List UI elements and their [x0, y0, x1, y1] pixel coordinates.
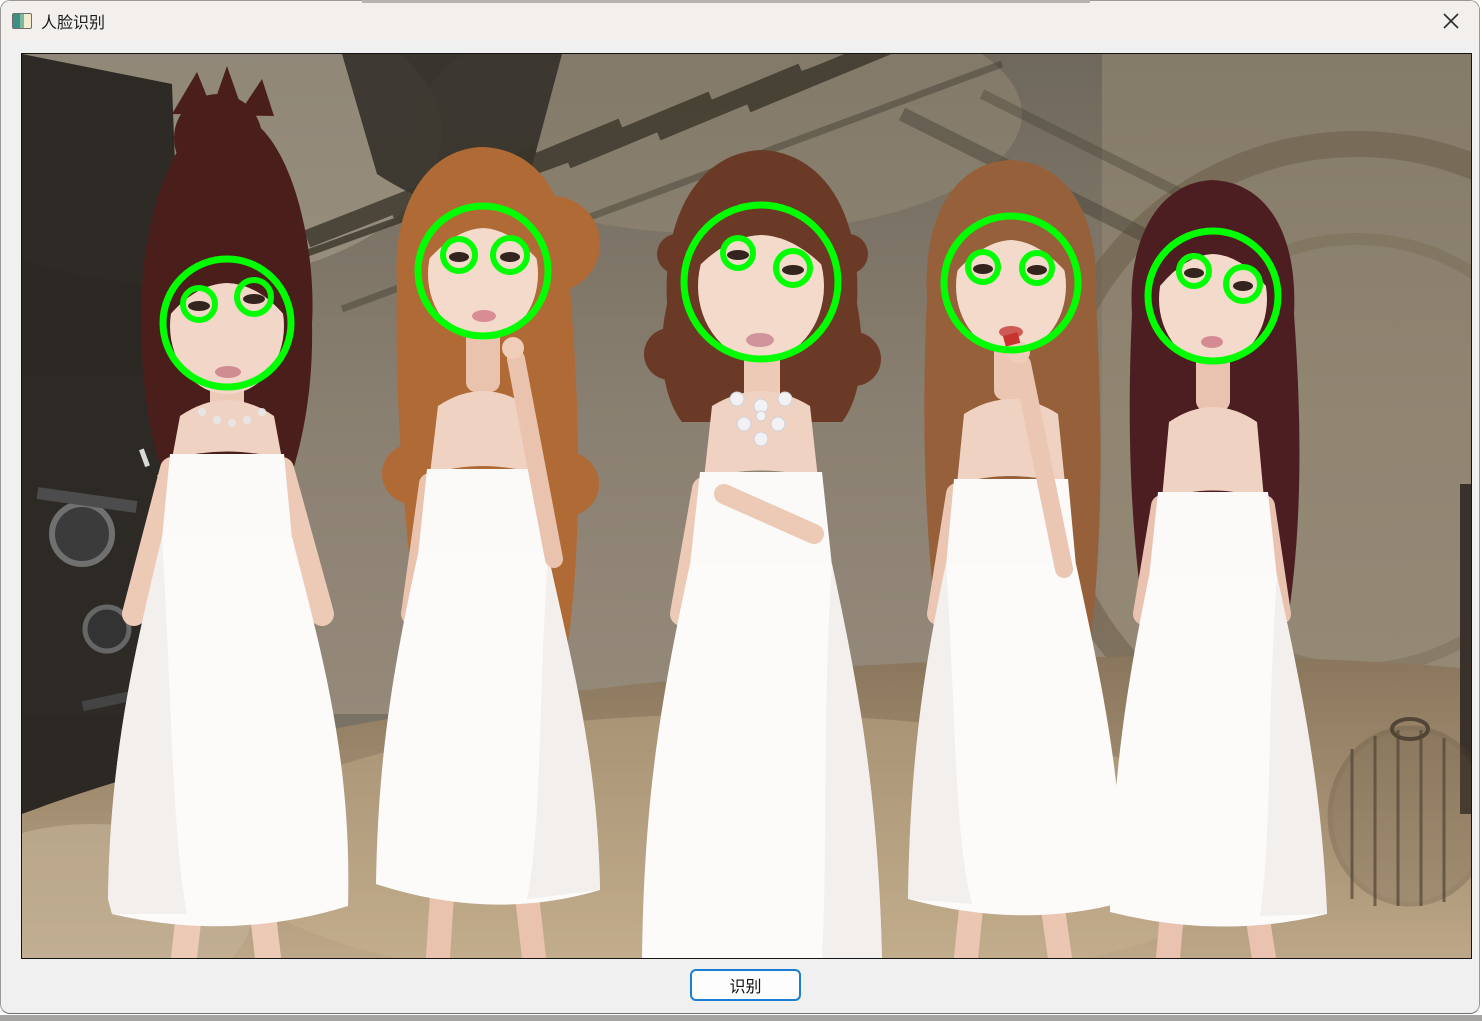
photo-view: [21, 53, 1472, 959]
face-recognition-window: 人脸识别: [0, 0, 1480, 1014]
window-title: 人脸识别: [41, 9, 105, 33]
recognize-button[interactable]: 识别: [690, 969, 801, 1001]
detection-photo: [22, 54, 1471, 958]
person-2: [376, 147, 600, 958]
app-window-icon: [12, 13, 32, 29]
titlebar[interactable]: 人脸识别: [1, 1, 1479, 41]
close-x-icon: [1442, 12, 1460, 30]
background-window-edge: [362, 0, 1090, 3]
screen-bottom-strip: [0, 1015, 1482, 1021]
close-button[interactable]: [1427, 1, 1475, 41]
person-4: [908, 160, 1124, 958]
